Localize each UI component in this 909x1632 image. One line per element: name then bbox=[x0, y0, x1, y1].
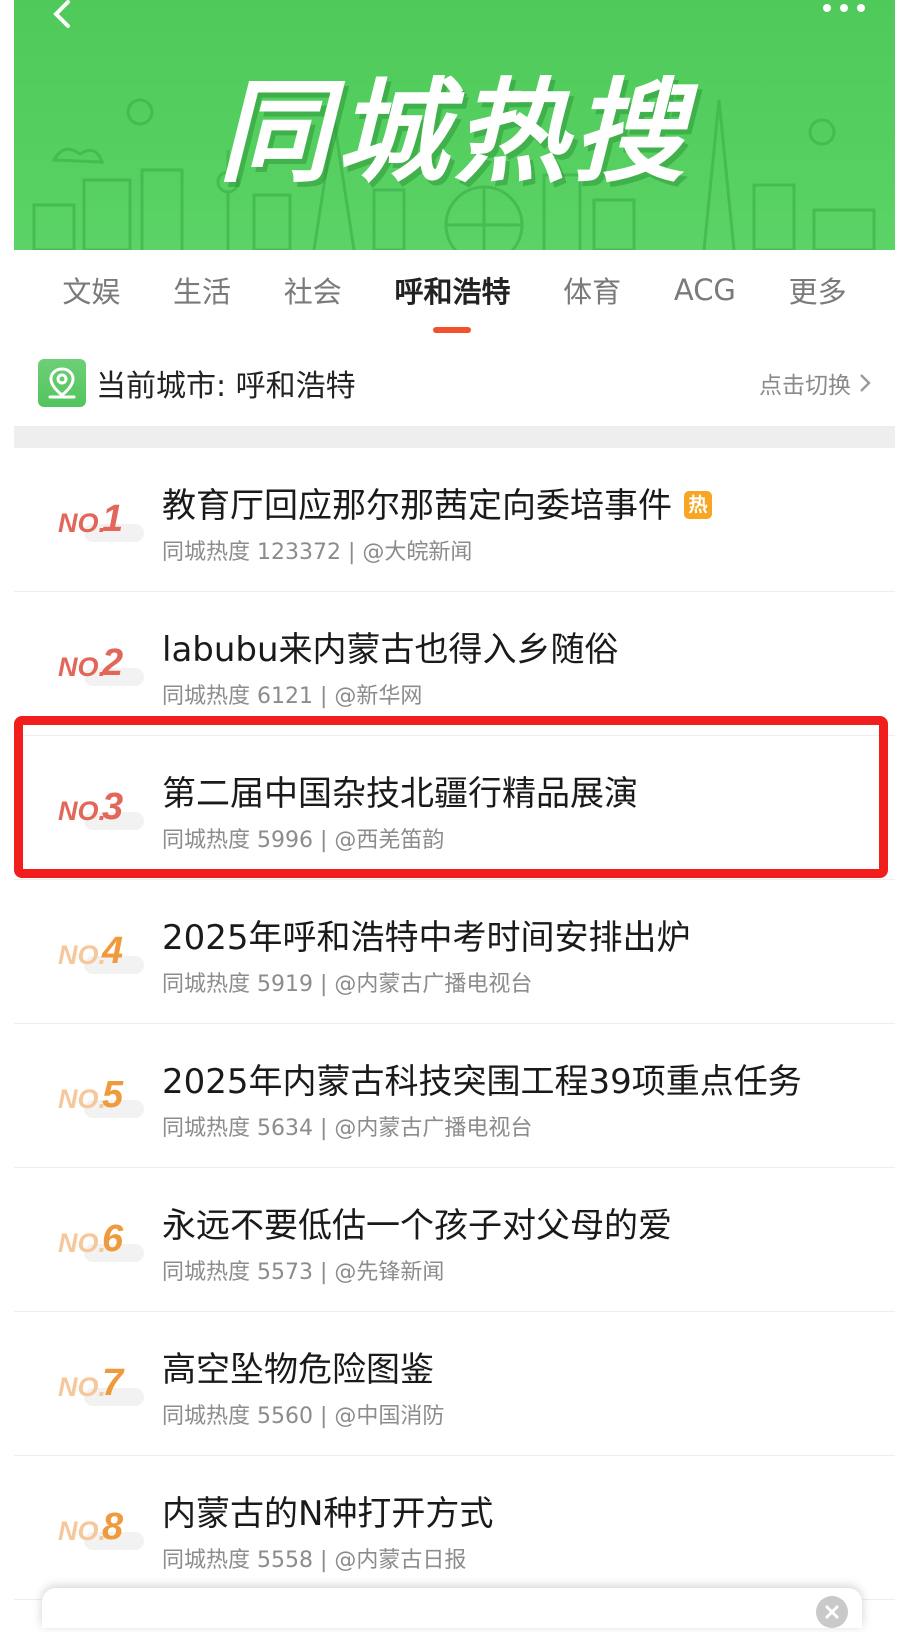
rank-number: 2 bbox=[102, 642, 124, 684]
rank-badge: NO. 6 bbox=[58, 1218, 148, 1268]
hot-badge: 热 bbox=[684, 490, 712, 519]
close-icon[interactable] bbox=[816, 1596, 848, 1628]
bottom-popup bbox=[42, 1588, 862, 1628]
item-meta: 同城热度 5996 | @西羌笛韵 bbox=[162, 828, 445, 853]
tab-shehui[interactable]: 社会 bbox=[280, 269, 346, 311]
item-title: 第二届中国杂技北疆行精品展演 bbox=[162, 774, 638, 814]
item-meta: 同城热度 5558 | @内蒙古日报 bbox=[162, 1548, 467, 1573]
rank-number: 4 bbox=[102, 930, 124, 972]
rank-number: 6 bbox=[102, 1218, 124, 1260]
rank-badge: NO. 7 bbox=[58, 1362, 148, 1412]
item-title: 2025年内蒙古科技突围工程39项重点任务 bbox=[162, 1062, 802, 1102]
rank-badge: NO. 8 bbox=[58, 1506, 148, 1556]
item-meta: 同城热度 6121 | @新华网 bbox=[162, 684, 423, 709]
current-city-row: 当前城市: 呼和浩特 点击切换 bbox=[14, 340, 895, 426]
hot-list: NO. 1 教育厅回应那尔那茜定向委培事件热 同城热度 123372 | @大皖… bbox=[14, 448, 895, 1600]
list-item[interactable]: NO. 6 永远不要低估一个孩子对父母的爱 同城热度 5573 | @先锋新闻 bbox=[14, 1168, 895, 1312]
item-title: labubu来内蒙古也得入乡随俗 bbox=[162, 630, 619, 670]
item-meta: 同城热度 5560 | @中国消防 bbox=[162, 1404, 445, 1429]
chevron-right-icon bbox=[860, 374, 871, 392]
switch-city-button[interactable]: 点击切换 bbox=[759, 366, 871, 400]
list-item[interactable]: NO. 4 2025年呼和浩特中考时间安排出炉 同城热度 5919 | @内蒙古… bbox=[14, 880, 895, 1024]
rank-number: 7 bbox=[102, 1362, 124, 1404]
list-item[interactable]: NO. 3 第二届中国杂技北疆行精品展演 同城热度 5996 | @西羌笛韵 bbox=[14, 736, 895, 880]
rank-number: 3 bbox=[102, 786, 124, 828]
list-item[interactable]: NO. 2 labubu来内蒙古也得入乡随俗 同城热度 6121 | @新华网 bbox=[14, 592, 895, 736]
item-title: 永远不要低估一个孩子对父母的爱 bbox=[162, 1206, 672, 1246]
item-title: 教育厅回应那尔那茜定向委培事件热 bbox=[162, 478, 712, 527]
tab-wenyu[interactable]: 文娱 bbox=[58, 269, 124, 311]
rank-number: 1 bbox=[102, 498, 124, 540]
rank-badge: NO. 5 bbox=[58, 1074, 148, 1124]
list-item[interactable]: NO. 1 教育厅回应那尔那茜定向委培事件热 同城热度 123372 | @大皖… bbox=[14, 448, 895, 592]
location-pin-icon bbox=[38, 359, 86, 407]
rank-number: 8 bbox=[102, 1506, 124, 1548]
tab-acg[interactable]: ACG bbox=[670, 273, 740, 307]
list-item[interactable]: NO. 8 内蒙古的N种打开方式 同城热度 5558 | @内蒙古日报 bbox=[14, 1456, 895, 1600]
tab-hohhot[interactable]: 呼和浩特 bbox=[390, 269, 514, 311]
chevron-left-icon[interactable] bbox=[48, 0, 78, 30]
tab-shenghuo[interactable]: 生活 bbox=[169, 269, 235, 311]
switch-city-label: 点击切换 bbox=[759, 373, 851, 399]
item-meta: 同城热度 5919 | @内蒙古广播电视台 bbox=[162, 972, 533, 997]
item-title: 内蒙古的N种打开方式 bbox=[162, 1494, 494, 1534]
rank-badge: NO. 1 bbox=[58, 498, 148, 548]
hot-search-banner: 同城热搜 bbox=[14, 0, 895, 250]
more-dots-icon[interactable] bbox=[821, 0, 867, 16]
item-meta: 同城热度 123372 | @大皖新闻 bbox=[162, 540, 473, 565]
rank-badge: NO. 4 bbox=[58, 930, 148, 980]
rank-number: 5 bbox=[102, 1074, 124, 1116]
item-title: 高空坠物危险图鉴 bbox=[162, 1350, 434, 1390]
item-meta: 同城热度 5573 | @先锋新闻 bbox=[162, 1260, 445, 1285]
category-tabs: 文娱 生活 社会 呼和浩特 体育 ACG 更多 bbox=[14, 250, 895, 330]
item-title: 2025年呼和浩特中考时间安排出炉 bbox=[162, 918, 691, 958]
tab-tiyu[interactable]: 体育 bbox=[559, 269, 625, 311]
section-divider bbox=[14, 426, 895, 448]
list-item[interactable]: NO. 7 高空坠物危险图鉴 同城热度 5560 | @中国消防 bbox=[14, 1312, 895, 1456]
rank-badge: NO. 2 bbox=[58, 642, 148, 692]
current-city-label: 当前城市: 呼和浩特 bbox=[96, 369, 356, 404]
rank-badge: NO. 3 bbox=[58, 786, 148, 836]
item-meta: 同城热度 5634 | @内蒙古广播电视台 bbox=[162, 1116, 533, 1141]
banner-title: 同城热搜 bbox=[218, 68, 691, 198]
tab-more[interactable]: 更多 bbox=[785, 269, 851, 311]
list-item[interactable]: NO. 5 2025年内蒙古科技突围工程39项重点任务 同城热度 5634 | … bbox=[14, 1024, 895, 1168]
